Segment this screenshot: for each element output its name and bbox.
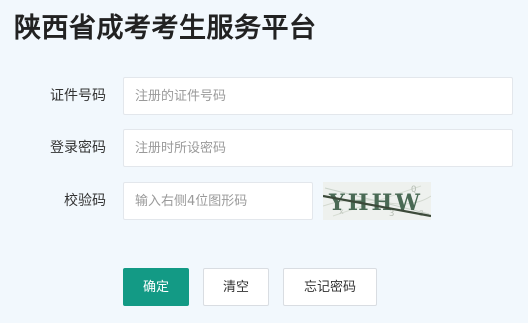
captcha-row: 校验码 Q 3 x 3 YHHW: [0, 182, 528, 220]
captcha-input[interactable]: [123, 182, 313, 220]
page-title: 陕西省成考考生服务平台: [14, 13, 317, 44]
password-row: 登录密码: [0, 129, 528, 167]
confirm-button[interactable]: 确定: [123, 268, 189, 306]
password-input[interactable]: [123, 129, 513, 167]
id-number-input[interactable]: [123, 77, 513, 115]
forgot-password-button[interactable]: 忘记密码: [283, 268, 377, 306]
id-number-label: 证件号码: [50, 88, 106, 104]
password-label: 登录密码: [50, 140, 106, 156]
captcha-label: 校验码: [64, 193, 106, 209]
captcha-graphic: Q 3 x 3 YHHW: [323, 182, 431, 220]
id-number-row: 证件号码: [0, 77, 528, 115]
clear-button[interactable]: 清空: [203, 268, 269, 306]
captcha-image[interactable]: Q 3 x 3 YHHW: [323, 182, 431, 220]
